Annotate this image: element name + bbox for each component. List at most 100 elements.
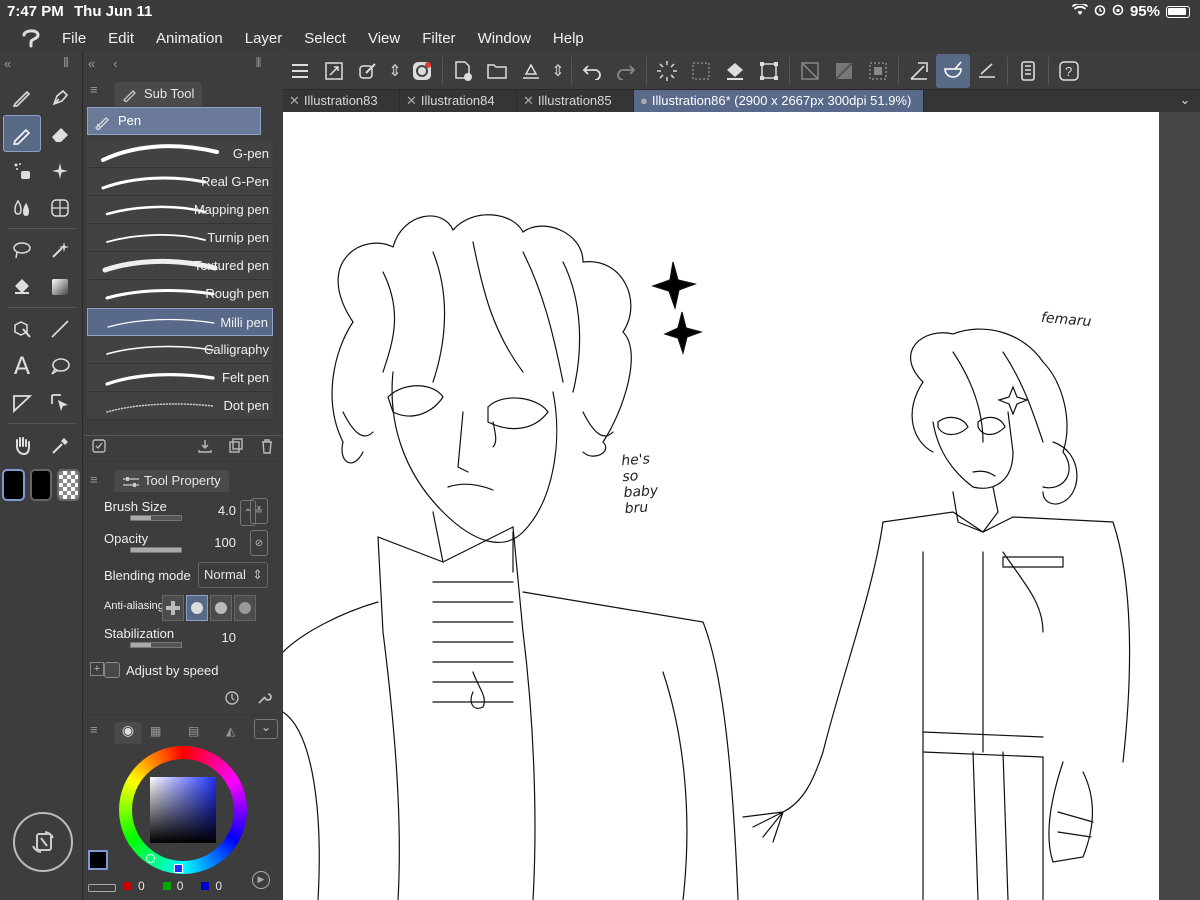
pen-nib-tool-icon[interactable]	[41, 78, 79, 115]
menu-edit[interactable]: Edit	[108, 30, 134, 47]
color-play-icon[interactable]: ▶	[252, 871, 270, 889]
brush-item-real-g-pen[interactable]: Real G-Pen	[87, 168, 273, 196]
chevron-updown-icon[interactable]: ⇕	[385, 54, 405, 88]
menu-window[interactable]: Window	[478, 30, 531, 47]
color-mode-icon[interactable]	[88, 884, 116, 892]
decoration-tool-icon[interactable]	[41, 152, 79, 189]
help-icon[interactable]: ?	[1052, 54, 1086, 88]
snap-grid-icon[interactable]	[970, 54, 1004, 88]
aa-weak-icon[interactable]	[186, 595, 208, 621]
tool-property-settings-icon[interactable]	[224, 690, 240, 711]
collapse-left-icon[interactable]: «	[4, 56, 11, 71]
app-logo-icon[interactable]	[0, 24, 62, 52]
color-picker-handle[interactable]	[146, 854, 155, 863]
sub-tool-tab[interactable]: Sub Tool	[114, 82, 203, 106]
stabilization-slider[interactable]	[130, 642, 182, 648]
menu-filter[interactable]: Filter	[422, 30, 455, 47]
clear-outside-icon[interactable]	[827, 54, 861, 88]
opacity-link-icon[interactable]: ⊘	[250, 530, 268, 556]
brush-item-rough-pen[interactable]: Rough pen	[87, 280, 273, 308]
delete-sub-tool-icon[interactable]	[259, 438, 275, 459]
canvas-size-icon[interactable]	[317, 54, 351, 88]
tool-property-tab[interactable]: Tool Property	[114, 470, 229, 492]
brush-item-dot-pen[interactable]: Dot pen	[87, 392, 273, 420]
brush-item-mapping-pen[interactable]: Mapping pen	[87, 196, 273, 224]
layer-switch-button[interactable]	[13, 812, 73, 872]
brush-size-slider[interactable]	[130, 515, 182, 521]
color-tab-history-icon[interactable]: ▦	[150, 724, 161, 738]
loading-spinner-icon[interactable]	[650, 54, 684, 88]
brush-item-calligraphy[interactable]: Calligraphy	[87, 336, 273, 364]
grip-icon[interactable]: ⦀	[63, 55, 69, 71]
menu-view[interactable]: View	[368, 30, 400, 47]
doc-tab-illustration86[interactable]: ● Illustration86* (2900 x 2667px 300dpi 5…	[634, 90, 924, 112]
opacity-slider[interactable]	[130, 547, 182, 553]
transform-icon[interactable]	[752, 54, 786, 88]
companion-app-icon[interactable]	[405, 54, 439, 88]
color-tab-slider-icon[interactable]: ◭	[226, 724, 235, 738]
open-folder-icon[interactable]	[480, 54, 514, 88]
close-icon[interactable]: ✕	[406, 93, 417, 108]
deselect-icon[interactable]	[684, 54, 718, 88]
adjust-by-speed-checkbox[interactable]	[104, 662, 120, 678]
crop-icon[interactable]	[861, 54, 895, 88]
clear-icon[interactable]	[793, 54, 827, 88]
lasso-tool-icon[interactable]	[3, 231, 41, 268]
panel-menu-icon[interactable]: ≡	[90, 82, 98, 97]
brush-item-textured-pen[interactable]: Textured pen	[87, 252, 273, 280]
gradient-tool-icon[interactable]	[41, 268, 79, 305]
airbrush-tool-icon[interactable]	[3, 152, 41, 189]
panel-menu-icon[interactable]: ≡	[90, 472, 98, 487]
brush-size-preset-icon[interactable]: ≚	[250, 498, 268, 524]
color-tab-set-icon[interactable]: ▤	[188, 724, 199, 738]
menu-select[interactable]: Select	[304, 30, 346, 47]
chevron-left-icon[interactable]: ‹	[113, 56, 117, 71]
sub-tool-group-pen[interactable]: Pen	[87, 107, 261, 135]
hand-tool-icon[interactable]	[3, 426, 41, 463]
doc-tab-illustration84[interactable]: ✕ Illustration84	[400, 90, 517, 112]
blending-mode-select[interactable]: Normal ⇕	[198, 562, 268, 588]
saturation-value-square[interactable]	[150, 777, 216, 843]
auto-select-icon[interactable]	[41, 231, 79, 268]
drawing-canvas[interactable]: he's so baby bru femaru	[283, 112, 1159, 900]
blend-tool-icon[interactable]	[3, 189, 41, 226]
duplicate-sub-tool-icon[interactable]	[228, 438, 244, 459]
redo-icon[interactable]	[609, 54, 643, 88]
main-sub-color-icon[interactable]	[88, 850, 108, 870]
brush-item-g-pen[interactable]: G-pen	[87, 140, 273, 168]
panel-menu-icon[interactable]: ≡	[90, 722, 98, 737]
transparent-color-swatch[interactable]	[57, 469, 81, 501]
aa-none-icon[interactable]	[162, 595, 184, 621]
brush-item-turnip-pen[interactable]: Turnip pen	[87, 224, 273, 252]
object-select-icon[interactable]	[41, 384, 79, 421]
color-wheel[interactable]	[119, 746, 247, 874]
operation-tool-icon[interactable]	[3, 310, 41, 347]
sub-color-swatch[interactable]	[29, 469, 53, 501]
ruler-tool-icon[interactable]	[3, 384, 41, 421]
menu-layer[interactable]: Layer	[245, 30, 283, 47]
doc-tab-illustration85[interactable]: ✕ Illustration85	[517, 90, 634, 112]
fill-tool-icon[interactable]	[3, 268, 41, 305]
pen-tool-icon[interactable]	[3, 78, 41, 115]
canvas-area[interactable]: he's so baby bru femaru	[283, 112, 1200, 900]
tabs-dropdown-chevron-icon[interactable]: ⌄	[1170, 90, 1200, 112]
chevron-down-icon[interactable]: ⌄	[254, 719, 278, 739]
fill-selection-icon[interactable]	[718, 54, 752, 88]
sub-tool-settings-icon[interactable]	[91, 438, 107, 459]
line-figure-icon[interactable]	[41, 310, 79, 347]
balloon-tool-icon[interactable]	[41, 347, 79, 384]
close-icon[interactable]: ✕	[289, 93, 300, 108]
grip-icon[interactable]: ⦀	[256, 55, 262, 71]
eyedropper-tool-icon[interactable]	[41, 426, 79, 463]
menu-animation[interactable]: Animation	[156, 30, 223, 47]
snap-ruler-icon[interactable]	[902, 54, 936, 88]
chevron-updown-icon-2[interactable]: ⇕	[548, 54, 568, 88]
import-sub-tool-icon[interactable]	[197, 438, 213, 459]
edge-keyboard-icon[interactable]	[1011, 54, 1045, 88]
undo-icon[interactable]	[575, 54, 609, 88]
opacity-value[interactable]: 100	[204, 535, 236, 550]
mesh-transform-icon[interactable]	[41, 189, 79, 226]
save-icon[interactable]	[514, 54, 548, 88]
brush-size-value[interactable]: 4.0	[204, 503, 236, 518]
collapse-icon[interactable]: «	[88, 56, 95, 71]
